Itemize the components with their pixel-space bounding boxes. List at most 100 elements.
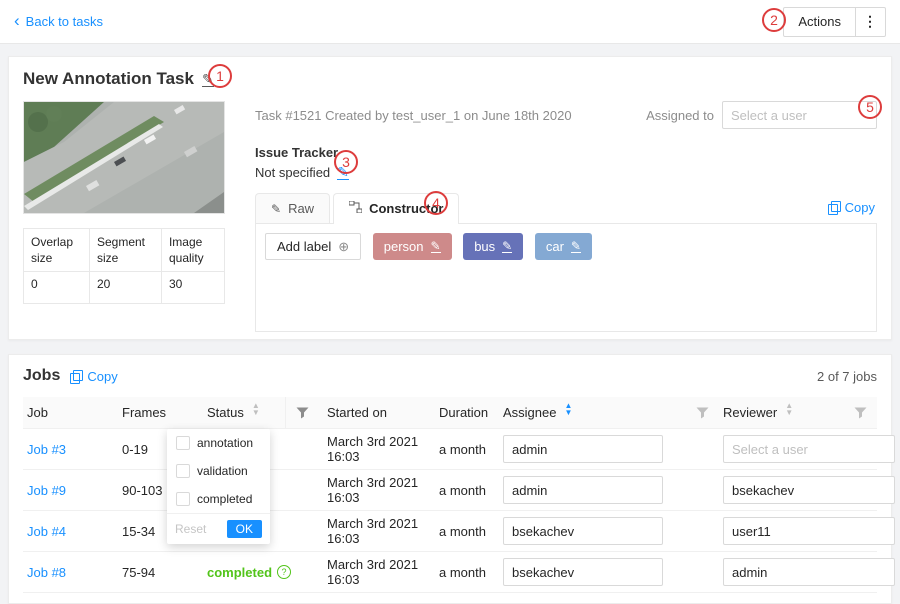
add-label-button[interactable]: Add label ⊕ <box>265 233 361 260</box>
labels-constructor-panel: Add label ⊕ person ✎ bus ✎ car ✎ <box>255 224 877 332</box>
col-reviewer[interactable]: Reviewer ▲▼ <box>719 397 877 428</box>
filter-option-annotation[interactable]: annotation <box>167 429 270 457</box>
filter-option-label: validation <box>197 464 248 478</box>
param-value-quality: 30 <box>161 272 224 304</box>
param-value-segment: 20 <box>89 272 161 304</box>
label-chip-person[interactable]: person ✎ <box>373 233 452 260</box>
add-label-text: Add label <box>277 239 331 254</box>
filter-option-label: completed <box>197 492 252 506</box>
jobs-title: Jobs <box>23 367 60 385</box>
label-chip-car[interactable]: car ✎ <box>535 233 592 260</box>
back-to-tasks-link[interactable]: ‹ Back to tasks <box>14 14 103 29</box>
started-cell: March 3rd 2021 16:03 <box>323 557 435 587</box>
duration-cell: a month <box>435 483 499 498</box>
assignee-select[interactable]: bsekachev <box>503 517 663 545</box>
assignee-sort-icon[interactable]: ▲▼ <box>564 406 572 420</box>
back-link-label: Back to tasks <box>26 14 103 29</box>
reviewer-filter-icon[interactable] <box>854 407 873 419</box>
assignee-select[interactable]: bsekachev <box>503 558 663 586</box>
label-chip-bus[interactable]: bus ✎ <box>463 233 523 260</box>
assigned-to-label: Assigned to <box>646 108 714 123</box>
param-header-overlap: Overlap size <box>24 229 90 272</box>
jobs-table: Job Frames Status ▲▼ Started on Duration… <box>23 397 877 593</box>
edit-label-icon[interactable]: ✎ <box>571 240 581 253</box>
job-row: Job #9 90-103 March 3rd 2021 16:03 a mon… <box>23 470 877 511</box>
filter-ok-button[interactable]: OK <box>227 520 262 538</box>
callout-2: 2 <box>762 8 786 32</box>
back-chevron-icon: ‹ <box>14 12 20 29</box>
label-chip-text: car <box>546 239 564 254</box>
labels-copy-label: Copy <box>845 200 875 215</box>
reviewer-select[interactable]: bsekachev <box>723 476 895 504</box>
assignee-select[interactable]: admin <box>503 435 663 463</box>
status-filter-dropdown: annotation validation completed Reset OK <box>167 429 270 544</box>
param-value-overlap: 0 <box>24 272 90 304</box>
job-row: Job #4 15-34 March 3rd 2021 16:03 a mont… <box>23 511 877 552</box>
started-cell: March 3rd 2021 16:03 <box>323 434 435 464</box>
col-job: Job <box>23 397 118 428</box>
jobs-count: 2 of 7 jobs <box>817 369 877 384</box>
callout-4: 4 <box>424 191 448 215</box>
jobs-copy-label: Copy <box>87 369 117 384</box>
copy-icon <box>828 201 840 214</box>
actions-button[interactable]: Actions <box>783 7 856 37</box>
started-cell: March 3rd 2021 16:03 <box>323 475 435 505</box>
filter-option-label: annotation <box>197 436 253 450</box>
col-duration: Duration <box>435 397 499 428</box>
jobs-copy-link[interactable]: Copy <box>70 369 117 384</box>
jobs-card: Jobs Copy 2 of 7 jobs Job Frames Status … <box>8 354 892 604</box>
status-text: completed <box>207 565 272 580</box>
col-status[interactable]: Status ▲▼ <box>203 397 323 428</box>
reviewer-sort-icon[interactable]: ▲▼ <box>785 406 793 420</box>
label-chip-text: person <box>384 239 424 254</box>
job-link[interactable]: Job #3 <box>23 442 118 457</box>
duration-cell: a month <box>435 442 499 457</box>
job-link[interactable]: Job #4 <box>23 524 118 539</box>
actions-more-icon[interactable]: ⋮ <box>856 7 886 37</box>
preview-road-scene <box>24 102 224 213</box>
job-row: Job #3 0-19 March 3rd 2021 16:03 a month… <box>23 429 877 470</box>
task-title: New Annotation Task <box>23 69 194 89</box>
col-started-on: Started on <box>323 397 435 428</box>
callout-3: 3 <box>334 150 358 174</box>
job-link[interactable]: Job #9 <box>23 483 118 498</box>
checkbox-icon[interactable] <box>176 492 190 506</box>
labels-copy-link[interactable]: Copy <box>828 200 875 215</box>
job-row: Job #8 75-94 completed ? March 3rd 2021 … <box>23 552 877 593</box>
assignee-select[interactable]: admin <box>503 476 663 504</box>
issue-tracker-value: Not specified <box>255 165 330 180</box>
callout-1: 1 <box>208 64 232 88</box>
checkbox-icon[interactable] <box>176 464 190 478</box>
task-assignee-select[interactable] <box>722 101 877 129</box>
status-filter-icon[interactable] <box>285 397 319 428</box>
edit-label-icon[interactable]: ✎ <box>502 240 512 253</box>
actions-button-group: Actions ⋮ <box>783 7 886 37</box>
task-details-card: New Annotation Task ✎ <box>8 56 892 340</box>
callout-5: 5 <box>858 95 882 119</box>
reviewer-select[interactable]: Select a user <box>723 435 895 463</box>
col-assignee[interactable]: Assignee ▲▼ <box>499 397 719 428</box>
task-meta-text: Task #1521 Created by test_user_1 on Jun… <box>255 108 572 123</box>
checkbox-icon[interactable] <box>176 436 190 450</box>
filter-option-completed[interactable]: completed <box>167 485 270 513</box>
labels-tabs: ✎ Raw Constructor Copy <box>255 193 877 224</box>
pencil-icon: ✎ <box>271 202 281 216</box>
task-preview-image <box>23 101 225 214</box>
tab-raw-label: Raw <box>288 201 314 216</box>
col-frames: Frames <box>118 397 203 428</box>
label-chip-text: bus <box>474 239 495 254</box>
assignee-filter-icon[interactable] <box>696 407 715 419</box>
reviewer-select[interactable]: admin <box>723 558 895 586</box>
filter-option-validation[interactable]: validation <box>167 457 270 485</box>
edit-label-icon[interactable]: ✎ <box>431 240 441 253</box>
param-header-segment: Segment size <box>89 229 161 272</box>
status-info-icon[interactable]: ? <box>277 565 291 579</box>
constructor-icon <box>349 201 362 216</box>
filter-reset-button[interactable]: Reset <box>175 522 206 536</box>
duration-cell: a month <box>435 565 499 580</box>
tab-raw[interactable]: ✎ Raw <box>255 193 330 223</box>
status-sort-icon[interactable]: ▲▼ <box>252 406 260 420</box>
reviewer-select[interactable]: user11 <box>723 517 895 545</box>
task-params-table: Overlap size Segment size Image quality … <box>23 228 225 304</box>
job-link[interactable]: Job #8 <box>23 565 118 580</box>
